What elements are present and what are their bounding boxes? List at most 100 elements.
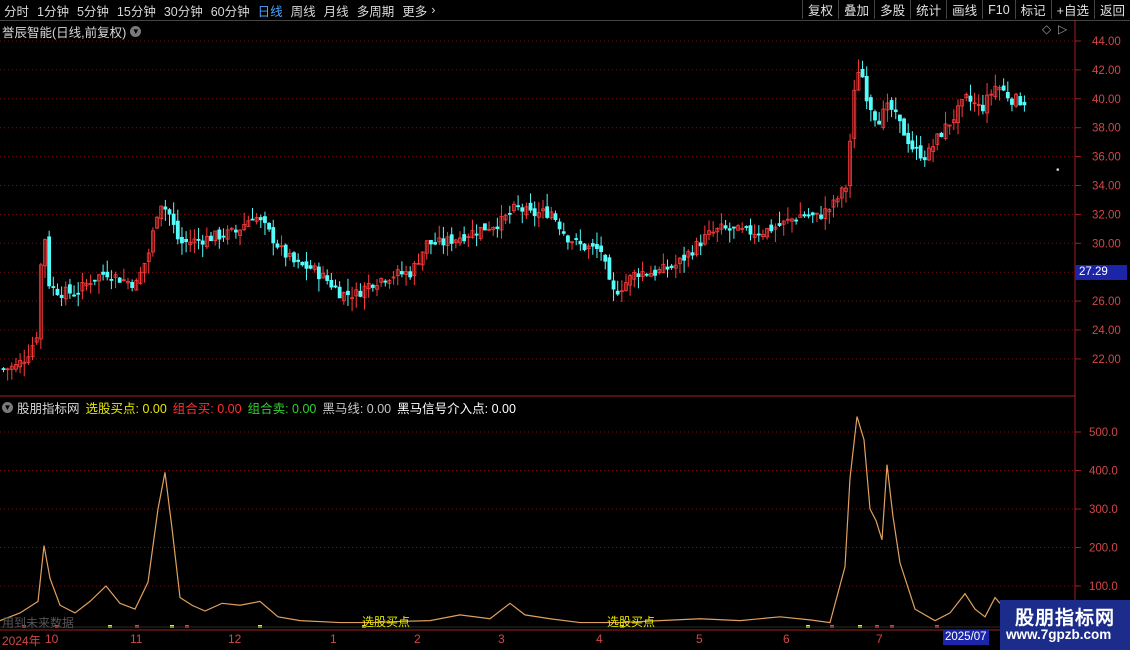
- candle-body: [507, 212, 512, 215]
- candle-body: [636, 273, 641, 277]
- price-tick-label: 30.00: [1092, 238, 1121, 250]
- candle-body: [981, 104, 985, 112]
- candle-body: [296, 259, 301, 262]
- candle-body: [105, 271, 110, 278]
- signal-label: 选股买点: [607, 615, 655, 629]
- signal-label: 选股买点: [362, 615, 410, 629]
- candle-body: [682, 254, 686, 261]
- candle-body: [968, 95, 973, 102]
- candle-body: [233, 229, 238, 233]
- price-tick-label: 32.00: [1092, 209, 1121, 221]
- candle-body: [441, 238, 446, 246]
- candle-body: [1001, 85, 1006, 91]
- candle-body: [545, 206, 550, 218]
- candle-body: [325, 275, 330, 281]
- candle-body: [557, 221, 562, 230]
- candle-body: [399, 271, 404, 275]
- candle-body: [72, 294, 76, 297]
- indicator-tick-label: 200.0: [1089, 543, 1118, 555]
- candle-body: [200, 240, 205, 245]
- price-tick-label: 22.00: [1092, 354, 1121, 366]
- candle-body: [810, 212, 815, 216]
- indicator-tick-label: 500.0: [1089, 427, 1118, 439]
- candle-body: [47, 236, 52, 287]
- indicator-curve: [0, 416, 1001, 624]
- candle-body: [1, 368, 6, 370]
- candle-body: [370, 284, 375, 288]
- candle-body: [76, 292, 81, 295]
- date-label: 3: [498, 632, 505, 646]
- candle-body: [595, 243, 599, 250]
- candle-body: [889, 100, 894, 110]
- price-tick-label: 38.00: [1092, 123, 1121, 135]
- indicator-tick-label: 100.0: [1089, 581, 1118, 593]
- candle-body: [582, 243, 587, 251]
- price-tick-label: 40.00: [1092, 94, 1121, 106]
- candle-body: [599, 245, 603, 253]
- candle-body: [644, 273, 649, 276]
- kline-chart[interactable]: 44.00 42.00 40.00 38.00 36.00 34.00 32.00 30.00…: [0, 0, 1130, 650]
- year-box: 2025/07: [943, 630, 989, 645]
- candle-body: [304, 261, 309, 269]
- candle-body: [316, 266, 321, 280]
- price-tick-label: 26.00: [1092, 296, 1121, 308]
- candle-body: [744, 226, 749, 228]
- candle-body: [300, 261, 305, 266]
- candle-body: [292, 252, 296, 263]
- date-label: 12: [228, 632, 242, 646]
- candle-body: [723, 225, 728, 229]
- date-label: 1: [330, 632, 337, 646]
- candle-body: [922, 157, 927, 161]
- candle-body: [433, 242, 438, 245]
- candle-body: [92, 279, 97, 282]
- candle-body: [553, 213, 558, 220]
- candle-body: [906, 132, 911, 145]
- candle-body: [101, 271, 105, 275]
- candle-body: [1022, 101, 1027, 106]
- candle-body: [408, 271, 413, 278]
- candle-body: [117, 277, 122, 283]
- candle-body: [51, 286, 56, 288]
- candle-body: [462, 234, 467, 242]
- date-label: 2024年: [2, 634, 41, 648]
- indicator-tick-label: 300.0: [1089, 504, 1118, 516]
- candle-body: [769, 224, 774, 232]
- candle-body: [167, 209, 172, 215]
- candle-body: [217, 229, 222, 240]
- future-data-note: 用到未来数据: [2, 616, 75, 630]
- price-tick-label: 34.00: [1092, 181, 1121, 193]
- candle-body: [68, 284, 72, 294]
- price-tick-label: 42.00: [1092, 65, 1121, 77]
- candle-body: [777, 223, 782, 226]
- candle-body: [756, 233, 761, 236]
- candle-body: [532, 208, 537, 217]
- candle-body: [516, 205, 520, 208]
- candle-body: [860, 68, 865, 78]
- indicator-tick-label: 400.0: [1089, 466, 1118, 478]
- watermark-title: 股朋指标网: [1015, 608, 1116, 629]
- candle-body: [910, 140, 915, 150]
- candle-body: [358, 290, 363, 297]
- candle-body: [665, 266, 670, 270]
- candle-body: [898, 114, 902, 122]
- date-label: 6: [783, 632, 790, 646]
- candle-body: [109, 278, 114, 281]
- candle-body: [914, 146, 919, 149]
- candle-body: [727, 228, 732, 231]
- candle-body: [275, 243, 280, 248]
- candle-body: [918, 145, 923, 159]
- candle-body: [267, 222, 272, 230]
- candle-body: [528, 202, 533, 211]
- candle-body: [1018, 96, 1023, 106]
- date-label: 10: [45, 632, 59, 646]
- candle-body: [171, 213, 176, 225]
- candle-body: [864, 75, 869, 102]
- candle-body: [561, 231, 566, 234]
- candle-body: [196, 239, 201, 241]
- candle-body: [337, 286, 342, 299]
- candle-body: [346, 290, 350, 296]
- candle-body: [130, 282, 135, 288]
- date-label: 2: [414, 632, 421, 646]
- candle-body: [383, 280, 388, 283]
- candle-body: [939, 132, 944, 138]
